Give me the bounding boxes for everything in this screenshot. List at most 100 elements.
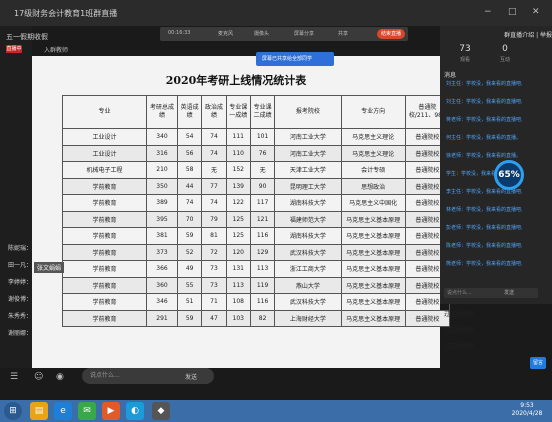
- table-cell: 346: [146, 293, 178, 311]
- table-cell: 116: [249, 227, 276, 245]
- table-cell: 52: [176, 243, 203, 261]
- table-cell: 113: [249, 260, 276, 278]
- table-cell: 58: [176, 161, 203, 179]
- chat-message: 刘主任：学校没，我来看的直播吧。: [446, 81, 522, 87]
- table-cell: 110: [225, 144, 251, 162]
- emoji-icon[interactable]: ☺: [34, 372, 43, 382]
- table-cell: 燕山大学: [274, 276, 342, 294]
- mic-button[interactable]: 麦克风: [218, 30, 233, 37]
- table-cell: 马克思主义基本原理: [340, 293, 406, 311]
- header-cell: 政治成绩: [201, 95, 227, 129]
- screen-share-button[interactable]: 屏幕分享: [294, 30, 314, 37]
- chat-message: 林老师：学校没，我来看的直播吧。: [446, 207, 522, 213]
- live-badge: 直播中: [6, 45, 22, 53]
- table-cell: 工业设计: [61, 144, 148, 162]
- table-cell: 马克思主义中国化: [340, 194, 406, 212]
- table-cell: 77: [201, 177, 227, 195]
- table-cell: 思想政治: [340, 177, 406, 195]
- table-cell: 工业设计: [61, 128, 148, 146]
- send-button[interactable]: 发送: [185, 372, 197, 381]
- table-cell: 381: [146, 227, 178, 245]
- chat-message: 刘主任：学校没，我来看的直播吧。: [446, 99, 522, 105]
- clock-date: 2020/4/28: [511, 410, 543, 417]
- app-icon[interactable]: ◆: [152, 402, 170, 420]
- table-cell: 131: [225, 260, 251, 278]
- table-cell: 76: [249, 144, 276, 162]
- participant-name[interactable]: 朱秀秀：: [8, 311, 32, 320]
- table-row: 学前教育 373 52 72 120 129 武汉科技大学 马克思主义基本原理 普通院校: [61, 243, 451, 261]
- table-cell: 54: [176, 128, 203, 146]
- menu-icon[interactable]: ☰: [10, 372, 18, 382]
- table-cell: 210: [146, 161, 178, 179]
- table-cell: 马克思主义理论: [340, 128, 406, 146]
- header-cell: 英语成绩: [176, 95, 203, 129]
- participant-name[interactable]: 谢俊博：: [8, 294, 32, 303]
- table-cell: 学前教育: [61, 276, 148, 294]
- table-cell: 360: [146, 276, 178, 294]
- table-cell: 101: [249, 128, 276, 146]
- table-cell: 湖南科技大学: [274, 227, 342, 245]
- table-cell: 学前教育: [61, 293, 148, 311]
- interact-count: 0: [502, 44, 508, 54]
- table-cell: 72: [201, 243, 227, 261]
- table-cell: 马克思主义基本原理: [340, 243, 406, 261]
- table-cell: 90: [249, 177, 276, 195]
- table-cell: 武汉科技大学: [274, 243, 342, 261]
- table-cell: 无: [249, 161, 276, 179]
- table-cell: 学前教育: [61, 210, 148, 228]
- maximize-button[interactable]: □: [508, 7, 517, 17]
- chat-message: 陈老师：学校没，我来看的直播吧。: [446, 243, 522, 249]
- table-cell: 122: [225, 194, 251, 212]
- participant-name[interactable]: 李婷婷：: [8, 277, 32, 286]
- table-cell: 389: [146, 194, 178, 212]
- chat-app-icon[interactable]: ✉: [78, 402, 96, 420]
- comment-button[interactable]: 留言: [530, 357, 546, 369]
- media-icon[interactable]: ▶: [102, 402, 120, 420]
- table-cell: 马克思主义基本原理: [340, 276, 406, 294]
- camera-button[interactable]: 摄像头: [254, 30, 269, 37]
- explorer-icon[interactable]: ▤: [30, 402, 48, 420]
- close-button[interactable]: ✕: [532, 7, 540, 17]
- participant-name[interactable]: 田一凡：: [8, 260, 32, 269]
- table-cell: 120: [225, 243, 251, 261]
- table-cell: 浙江工商大学: [274, 260, 342, 278]
- table-cell: 马克思主义基本原理: [340, 210, 406, 228]
- table-cell: 56: [176, 144, 203, 162]
- share-button[interactable]: 共享: [338, 30, 348, 37]
- stats-table: 专业 考研总成绩 英语成绩 政治成绩 专业课一成绩 专业课二成绩 报考院校 专业…: [61, 95, 451, 327]
- interact-label: 互动: [499, 57, 510, 63]
- table-cell: 学前教育: [61, 227, 148, 245]
- group-intro-link[interactable]: 群直播介绍 | 举报: [440, 30, 552, 39]
- panel-chat-input[interactable]: 说点什么...: [444, 288, 538, 298]
- viewer-label: 观看: [459, 57, 470, 63]
- table-cell: 116: [249, 293, 276, 311]
- table-cell: 河南工业大学: [274, 128, 342, 146]
- table-row: 学前教育 389 74 74 122 117 湖南科技大学 马克思主义中国化 普通院校: [61, 194, 451, 212]
- panel-send-button[interactable]: 发送: [504, 289, 514, 296]
- table-cell: 395: [146, 210, 178, 228]
- chat-message: 何主任：学校没，我来看的直播。: [446, 135, 522, 141]
- end-live-button[interactable]: 结束直播: [377, 29, 405, 39]
- chat-message: 熊老师：学校没，我来看的直播吧。: [446, 261, 522, 267]
- viewer-count: 73: [459, 44, 471, 54]
- table-cell: 71: [201, 293, 227, 311]
- table-cell: 74: [201, 194, 227, 212]
- participant-name[interactable]: 谢丽娜：: [8, 328, 32, 337]
- participant-name[interactable]: 陈妮瑞：: [8, 243, 32, 252]
- table-cell: 湖南科技大学: [274, 194, 342, 212]
- minimize-button[interactable]: −: [484, 7, 492, 17]
- table-cell: 340: [146, 128, 178, 146]
- table-row: 学前教育 381 59 81 125 116 湖南科技大学 马克思主义基本原理 普通院校: [61, 227, 451, 245]
- browser-icon[interactable]: e: [54, 402, 72, 420]
- voice-icon[interactable]: ◉: [56, 372, 64, 382]
- timer-text: 00:16:33: [168, 30, 191, 36]
- start-button[interactable]: ⊞: [4, 402, 22, 420]
- table-cell: 316: [146, 144, 178, 162]
- table-header-row: 专业 考研总成绩 英语成绩 政治成绩 专业课一成绩 专业课二成绩 报考院校 专业…: [61, 95, 451, 129]
- table-cell: 113: [225, 276, 251, 294]
- table-cell: 学前教育: [61, 260, 148, 278]
- name-tooltip: 张文娟娟: [34, 262, 65, 273]
- qq-icon[interactable]: ◐: [126, 402, 144, 420]
- table-cell: 74: [176, 194, 203, 212]
- window-title: 17级财务会计教育1班群直播: [14, 9, 118, 18]
